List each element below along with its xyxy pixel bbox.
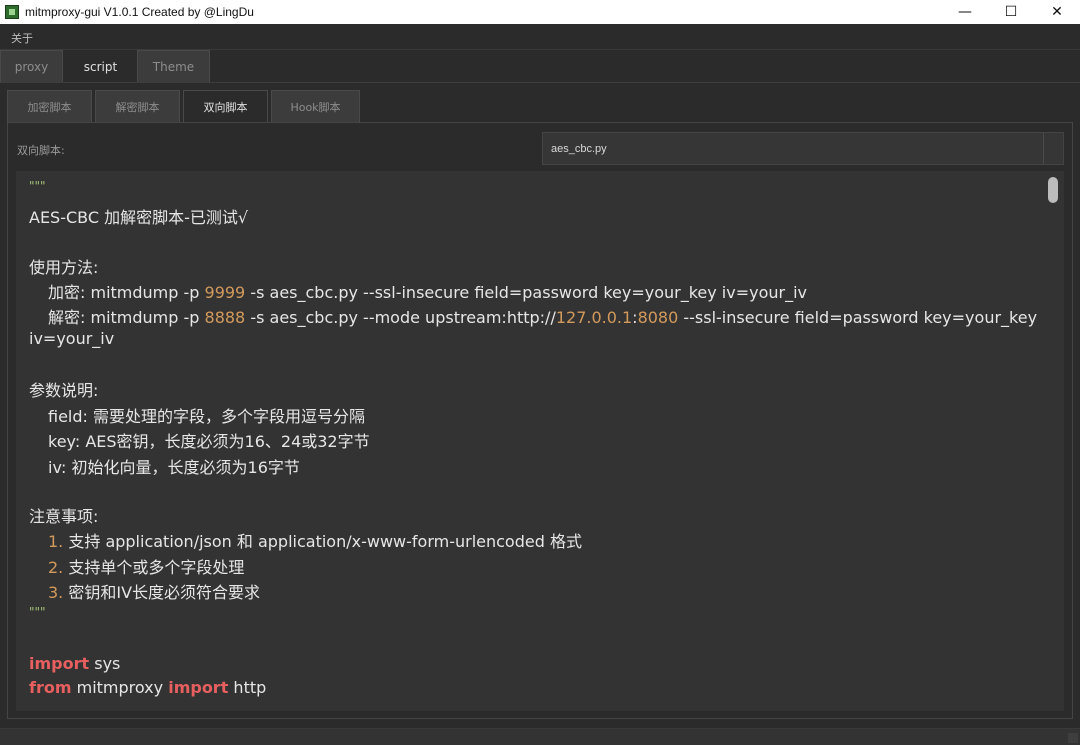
script-tab-bar: 加密脚本 解密脚本 双向脚本 Hook脚本 <box>0 90 1080 122</box>
script-select-value: aes_cbc.py <box>551 142 607 155</box>
menu-bar: 关于 <box>0 24 1080 50</box>
window-title: mitmproxy-gui V1.0.1 Created by @LingDu <box>25 5 254 19</box>
param-field: field: 需要处理的字段，多个字段用逗号分隔 <box>48 407 366 426</box>
tab-proxy[interactable]: proxy <box>0 50 63 82</box>
menu-about[interactable]: 关于 <box>11 30 33 46</box>
from-import-line: from mitmproxy import http <box>29 678 267 697</box>
tab-theme[interactable]: Theme <box>137 50 210 82</box>
script-panel: 双向脚本: aes_cbc.py """ AES-CBC 加解密脚本-已测试√ … <box>7 122 1073 719</box>
usage-decrypt-wrap: iv=your_iv <box>29 329 115 348</box>
usage-encrypt-line: 加密: mitmdump -p 9999 -s aes_cbc.py --ssl… <box>48 283 808 302</box>
minimize-button[interactable]: — <box>942 0 988 24</box>
dropdown-arrow-icon[interactable] <box>1043 133 1063 164</box>
notes-header: 注意事项: <box>29 507 99 526</box>
status-bar <box>0 728 1080 745</box>
docstring-open: """ <box>29 179 46 193</box>
usage-header: 使用方法: <box>29 258 99 277</box>
code-editor[interactable]: """ AES-CBC 加解密脚本-已测试√ 使用方法: 加密: mitmdum… <box>16 171 1064 711</box>
param-key: key: AES密钥，长度必须为16、24或32字节 <box>48 432 370 451</box>
close-button[interactable]: ✕ <box>1034 0 1080 24</box>
tab-script[interactable]: script <box>66 50 135 82</box>
main-tab-bar: proxy script Theme <box>0 50 1080 83</box>
code-title: AES-CBC 加解密脚本-已测试√ <box>29 208 249 227</box>
tab-hook-script[interactable]: Hook脚本 <box>271 90 360 122</box>
params-header: 参数说明: <box>29 381 99 400</box>
note-item: 2. 支持单个或多个字段处理 <box>48 558 245 577</box>
tab-bidirectional-script[interactable]: 双向脚本 <box>183 90 268 122</box>
tab-decrypt-script[interactable]: 解密脚本 <box>95 90 180 122</box>
resize-grip-icon[interactable] <box>1068 733 1078 743</box>
script-label: 双向脚本: <box>17 144 65 157</box>
note-item: 3. 密钥和IV长度必须符合要求 <box>48 583 261 602</box>
import-sys-line: import sys <box>29 654 121 673</box>
maximize-button[interactable]: ☐ <box>988 0 1034 24</box>
script-select[interactable]: aes_cbc.py <box>542 132 1064 165</box>
note-item: 1. 支持 application/json 和 application/x-w… <box>48 532 582 551</box>
window-controls: — ☐ ✕ <box>942 0 1080 24</box>
docstring-close: """ <box>29 605 46 619</box>
param-iv: iv: 初始化向量，长度必须为16字节 <box>48 458 300 477</box>
usage-decrypt-line: 解密: mitmdump -p 8888 -s aes_cbc.py --mod… <box>48 308 1038 327</box>
app-icon <box>5 5 19 19</box>
tab-encrypt-script[interactable]: 加密脚本 <box>7 90 92 122</box>
scrollbar-thumb[interactable] <box>1048 177 1058 203</box>
title-bar: mitmproxy-gui V1.0.1 Created by @LingDu … <box>0 0 1080 24</box>
